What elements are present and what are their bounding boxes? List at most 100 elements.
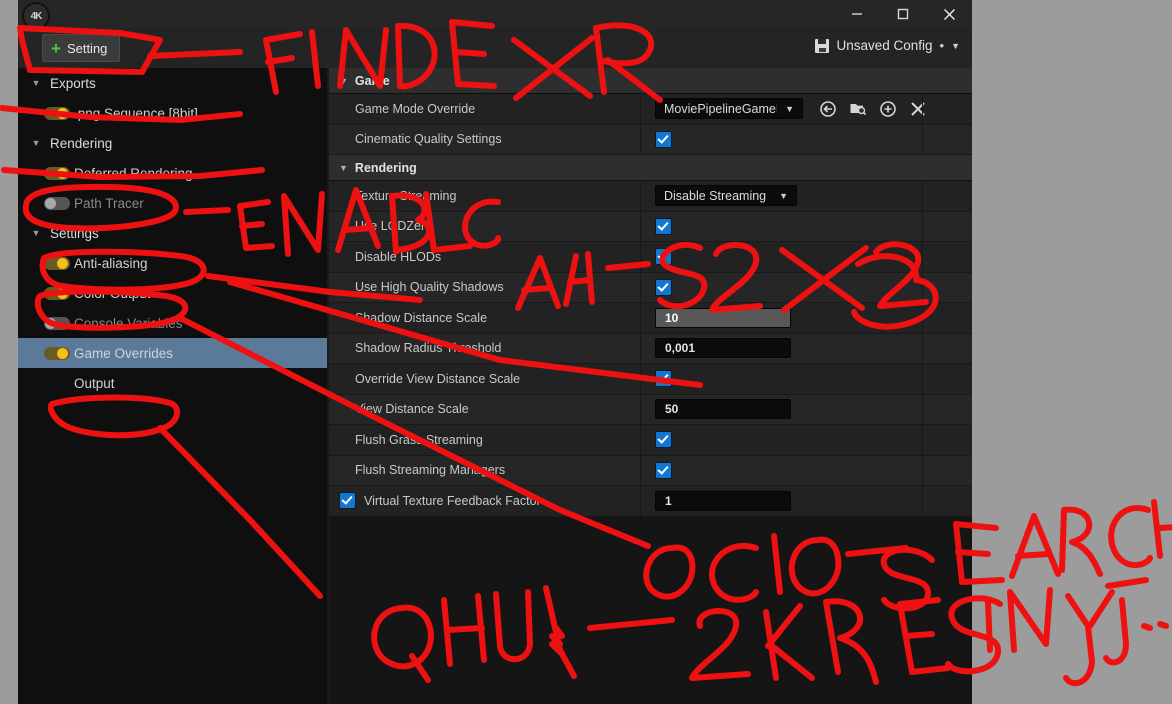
toggle-knob	[45, 317, 56, 329]
sidebar-item-rendering[interactable]: ▼ Rendering	[18, 128, 327, 158]
sidebar-item-label: Path Tracer	[74, 195, 144, 211]
window-controls	[834, 0, 972, 28]
maximize-button[interactable]	[880, 0, 926, 28]
property-checkbox[interactable]	[655, 248, 672, 266]
details-category-label: Rendering	[354, 160, 417, 175]
chevron-down-icon: ▼	[785, 103, 794, 114]
sidebar-item-color-output[interactable]: Color Output	[18, 278, 327, 308]
property-name-cell: Use High Quality Shadows	[329, 272, 641, 302]
property-row: Use LODZero	[329, 211, 972, 242]
property-number-input[interactable]: 1	[655, 490, 791, 511]
sidebar-item-settings[interactable]: ▼ Settings	[18, 218, 327, 248]
details-category-game[interactable]: ▼ Game	[329, 68, 972, 94]
property-label: Use High Quality Shadows	[355, 280, 504, 295]
property-label: Texture Streaming	[355, 188, 457, 203]
expander-triangle-icon[interactable]: ▼	[26, 228, 46, 238]
property-checkbox[interactable]	[655, 217, 672, 235]
chevron-down-icon: ▼	[779, 190, 788, 201]
expander-triangle-icon[interactable]: ▼	[339, 163, 348, 173]
expander-triangle-icon[interactable]: ▼	[339, 76, 348, 86]
toggle-switch[interactable]	[44, 196, 70, 210]
movie-render-queue-window: 4K + Setting Unsaved Config • ▼ ▼ Export…	[18, 0, 972, 704]
property-label: Shadow Radius Threshold	[355, 341, 502, 356]
chevron-down-icon: ▼	[951, 40, 960, 51]
title-bar: 4K	[18, 0, 972, 30]
property-checkbox[interactable]	[655, 130, 672, 148]
sidebar-item-label: Color Output	[74, 285, 151, 301]
property-row: Texture Streaming Disable Streaming ▼	[329, 181, 972, 212]
close-button[interactable]	[926, 0, 972, 28]
property-dropdown[interactable]: MoviePipelineGameM ▼	[655, 98, 803, 120]
toggle-switch[interactable]	[44, 286, 70, 300]
property-checkbox[interactable]	[655, 370, 672, 388]
details-panel[interactable]: ▼ Game Game Mode Override MoviePipelineGame…	[329, 68, 972, 704]
sidebar-item-output[interactable]: Output	[18, 368, 327, 398]
property-name-cell: Cinematic Quality Settings	[329, 124, 641, 154]
screen: 4K + Setting Unsaved Config • ▼ ▼ Export…	[0, 0, 1172, 704]
property-row: Game Mode Override MoviePipelineGameM ▼	[329, 94, 972, 125]
sidebar-item-deferred-rendering[interactable]: Deferred Rendering	[18, 158, 327, 188]
toggle-switch[interactable]	[44, 106, 70, 120]
property-name-cell: Game Mode Override	[329, 94, 641, 124]
unsaved-config-button[interactable]: Unsaved Config • ▼	[811, 36, 964, 55]
toggle-switch[interactable]	[44, 166, 70, 180]
toggle-switch[interactable]	[44, 316, 70, 330]
unsaved-config-label: Unsaved Config	[836, 38, 933, 53]
property-row: Override View Distance Scale	[329, 364, 972, 395]
property-label: Override View Distance Scale	[355, 371, 521, 386]
property-enable-checkbox[interactable]	[339, 492, 356, 510]
floppy-disk-icon	[815, 38, 830, 53]
property-label: Cinematic Quality Settings	[355, 132, 502, 147]
property-row: Use High Quality Shadows	[329, 272, 972, 303]
property-value-cell: 10	[641, 303, 972, 333]
toggle-knob	[45, 197, 56, 209]
property-number-input[interactable]: 50	[655, 399, 791, 420]
browse-to-asset-icon[interactable]	[818, 99, 837, 118]
property-checkbox[interactable]	[655, 461, 672, 479]
property-label: Flush Streaming Managers	[355, 463, 506, 478]
property-label: Use LODZero	[355, 219, 433, 234]
property-checkbox[interactable]	[655, 278, 672, 296]
property-value-cell	[641, 124, 972, 155]
sidebar-item-label: Anti-aliasing	[74, 255, 148, 271]
unsaved-dot-icon: •	[939, 38, 945, 53]
property-label: Flush Grass Streaming	[355, 432, 483, 447]
sidebar-item-label: .png Sequence [8bit]	[74, 105, 198, 121]
sidebar-item-path-tracer[interactable]: Path Tracer	[18, 188, 327, 218]
property-row: Cinematic Quality Settings	[329, 124, 972, 155]
sidebar-item-png-sequence-8bit[interactable]: .png Sequence [8bit]	[18, 98, 327, 128]
add-setting-button[interactable]: + Setting	[42, 34, 121, 62]
property-name-cell: Use LODZero	[329, 211, 641, 241]
expander-triangle-icon[interactable]: ▼	[26, 78, 46, 88]
property-label: View Distance Scale	[355, 402, 469, 417]
new-asset-icon[interactable]	[878, 99, 897, 118]
details-category-rendering[interactable]: ▼ Rendering	[329, 155, 972, 181]
property-number-input[interactable]: 0,001	[655, 338, 791, 359]
sidebar-item-console-variables[interactable]: Console Variables	[18, 308, 327, 338]
expander-triangle-icon[interactable]: ▼	[26, 138, 46, 148]
dropdown-value: MoviePipelineGameM	[664, 101, 778, 116]
find-in-content-browser-icon[interactable]	[848, 99, 867, 118]
property-value-cell: 0,001	[641, 333, 972, 364]
property-checkbox[interactable]	[655, 431, 672, 449]
clear-asset-icon[interactable]	[908, 99, 927, 118]
settings-tree-panel[interactable]: ▼ Exports .png Sequence [8bit] ▼ Rendering De…	[18, 68, 329, 704]
property-label: Disable HLODs	[355, 249, 442, 264]
sidebar-item-game-overrides[interactable]: Game Overrides	[18, 338, 327, 368]
property-value-cell: Disable Streaming ▼	[641, 181, 972, 211]
toggle-switch[interactable]	[44, 346, 70, 360]
property-name-cell: Flush Grass Streaming	[329, 425, 641, 455]
sidebar-item-anti-aliasing[interactable]: Anti-aliasing	[18, 248, 327, 278]
minimize-button[interactable]	[834, 0, 880, 28]
property-value-cell: 50	[641, 394, 972, 425]
property-name-cell: Override View Distance Scale	[329, 364, 641, 394]
property-value-cell	[641, 364, 972, 394]
property-dropdown[interactable]: Disable Streaming ▼	[655, 185, 797, 207]
sidebar-item-label: Game Overrides	[74, 345, 174, 361]
desktop-background-strip	[0, 0, 18, 704]
property-name-cell: Texture Streaming	[329, 181, 641, 211]
property-row: Virtual Texture Feedback Factor 1	[329, 486, 972, 517]
toggle-switch[interactable]	[44, 256, 70, 270]
sidebar-item-exports[interactable]: ▼ Exports	[18, 68, 327, 98]
property-number-input[interactable]: 10	[655, 307, 791, 328]
